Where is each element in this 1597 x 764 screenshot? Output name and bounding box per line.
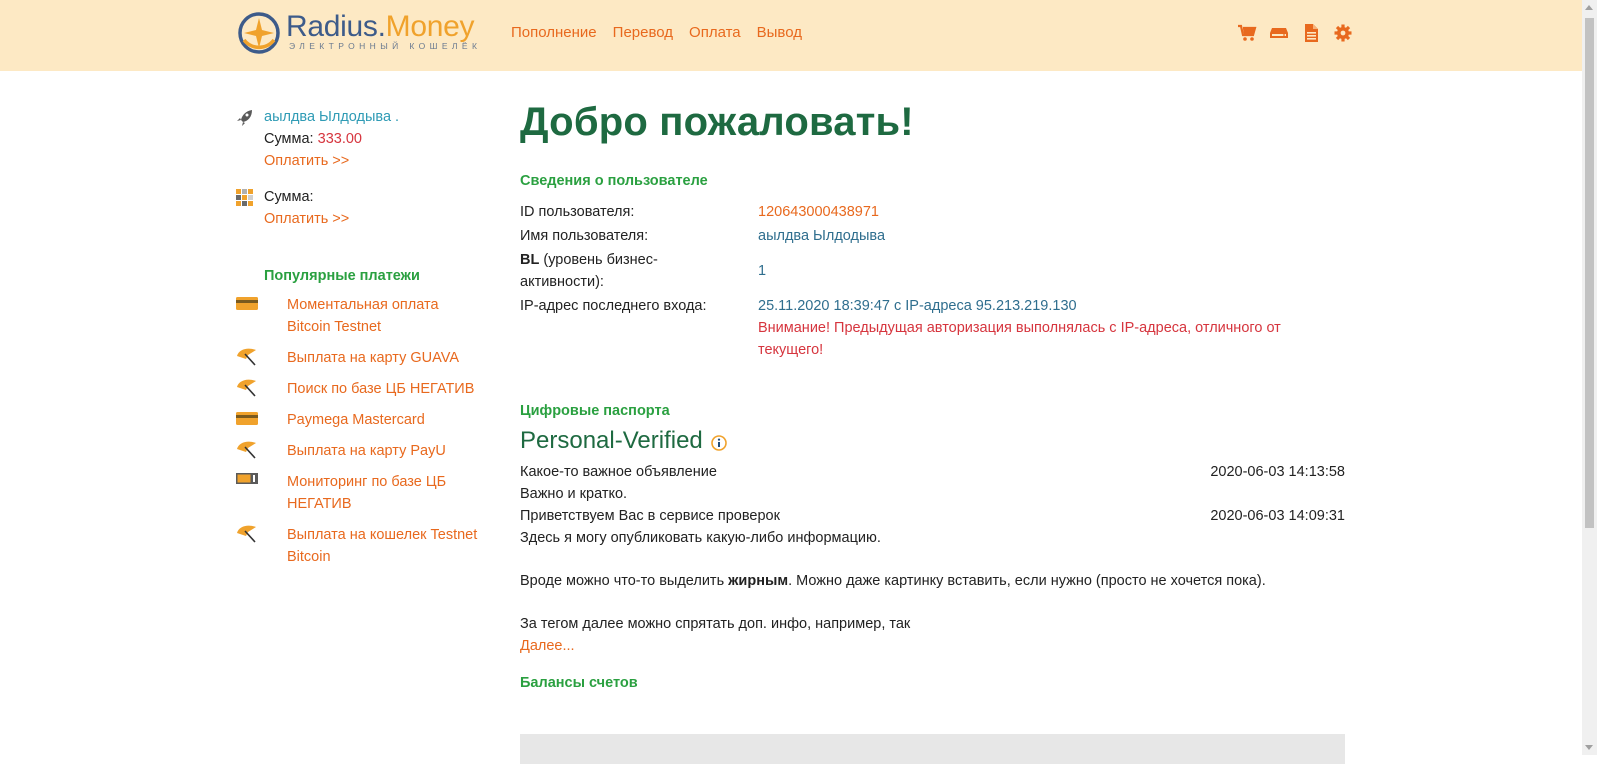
toolbar	[1237, 23, 1353, 43]
news-body: Важно и кратко.	[520, 486, 628, 502]
card-icon	[236, 412, 258, 425]
popular-item-link[interactable]: Моментальная оплата Bitcoin Testnet	[287, 297, 439, 335]
logo-mark-icon	[238, 12, 280, 54]
bl-value: 1	[758, 263, 767, 279]
news-list: Какое-то важное объявление 2020-06-03 14…	[520, 461, 1345, 657]
card-icon	[236, 297, 258, 310]
news-item: Приветствуем Вас в сервисе проверок 2020…	[520, 505, 1345, 527]
popular-item-link[interactable]: Paymega Mastercard	[287, 412, 425, 428]
popular-item[interactable]: Выплата на кошелек Testnet Bitcoin	[236, 524, 486, 568]
news-date: 2020-06-03 14:09:31	[1210, 508, 1345, 524]
main-nav: Пополнение Перевод Оплата Вывод	[511, 24, 802, 41]
passport-status: Personal-Verified	[520, 427, 1345, 455]
scroll-thumb[interactable]	[1585, 18, 1594, 528]
news-date: 2020-06-03 14:13:58	[1210, 464, 1345, 480]
cart-icon[interactable]	[1237, 23, 1257, 43]
user-info-title: Сведения о пользователе	[520, 173, 708, 189]
popular-item[interactable]: Мониторинг по базе ЦБ НЕГАТИВ	[236, 471, 486, 515]
rocket-icon	[237, 110, 252, 126]
user-id-value[interactable]: 120643000438971	[758, 204, 879, 220]
popular-item-link[interactable]: Выплата на карту PayU	[287, 443, 446, 459]
umbrella-icon	[237, 441, 256, 459]
umbrella-icon	[237, 348, 256, 366]
news-paragraph-2: За тегом далее можно спрятать доп. инфо,…	[520, 616, 911, 632]
document-icon[interactable]	[1301, 23, 1321, 43]
logo[interactable]: Radius.Money ЭЛЕКТРОННЫЙ КОШЕЛЁК	[236, 10, 481, 56]
news-item: Какое-то важное объявление 2020-06-03 14…	[520, 461, 1345, 483]
last-ip-value: 25.11.2020 18:39:47 с IP-адреса 95.213.2…	[758, 298, 1077, 314]
passport-status-text: Personal-Verified	[520, 427, 703, 454]
scroll-down-icon[interactable]	[1585, 745, 1593, 750]
popular-item[interactable]: Моментальная оплата Bitcoin Testnet	[236, 294, 486, 338]
pay-link-1[interactable]: Оплатить >>	[264, 153, 349, 169]
bl-label: BL (уровень бизнес-активности):	[520, 252, 658, 290]
sum-label: Сумма:	[264, 131, 314, 147]
nav-topup[interactable]: Пополнение	[511, 24, 597, 41]
account-card-2: Сумма: Оплатить >>	[236, 186, 486, 230]
info-icon[interactable]	[710, 435, 727, 451]
nav-withdraw[interactable]: Вывод	[757, 24, 802, 41]
ip-warning: Внимание! Предыдущая авторизация выполня…	[758, 320, 1281, 358]
popular-item-link[interactable]: Мониторинг по базе ЦБ НЕГАТИВ	[287, 474, 446, 512]
nav-transfer[interactable]: Перевод	[613, 24, 673, 41]
sum-label-2: Сумма:	[264, 189, 314, 205]
balances-table-header	[520, 734, 1345, 764]
last-ip-label: IP-адрес последнего входа:	[520, 298, 707, 314]
news-paragraph: Вроде можно что-то выделить жирным. Можн…	[520, 573, 1266, 589]
popular-item[interactable]: Поиск по базе ЦБ НЕГАТИВ	[236, 378, 486, 400]
sum-value: 333.00	[317, 131, 362, 147]
passports-title: Цифровые паспорта	[520, 403, 670, 419]
news-body: Здесь я могу опубликовать какую-либо инф…	[520, 530, 881, 546]
umbrella-icon	[237, 525, 256, 543]
battery-card-icon	[236, 473, 258, 484]
account-card-1: аылдва Ылдодыва . Сумма: 333.00 Оплатить…	[236, 106, 486, 172]
user-name-label: Имя пользователя:	[520, 228, 649, 244]
popular-item[interactable]: Paymega Mastercard	[236, 409, 486, 431]
news-title: Приветствуем Вас в сервисе проверок	[520, 508, 780, 524]
scroll-up-icon[interactable]	[1585, 5, 1593, 10]
pay-link-2[interactable]: Оплатить >>	[264, 211, 349, 227]
popular-item[interactable]: Выплата на карту PayU	[236, 440, 486, 462]
news-title: Какое-то важное объявление	[520, 464, 717, 480]
mosaic-icon	[236, 189, 253, 206]
gear-icon[interactable]	[1333, 23, 1353, 43]
read-more-link[interactable]: Далее...	[520, 638, 575, 654]
popular-payments-title: Популярные платежи	[264, 268, 420, 284]
sidebar: аылдва Ылдодыва . Сумма: 333.00 Оплатить…	[236, 106, 486, 577]
main-content: Добро пожаловать! Сведения о пользовател…	[520, 100, 1345, 691]
balances-title: Балансы счетов	[520, 675, 638, 691]
popular-item-link[interactable]: Выплата на карту GUAVA	[287, 350, 459, 366]
logo-title: Radius.Money	[286, 10, 475, 43]
page-title: Добро пожаловать!	[520, 100, 914, 144]
user-id-label: ID пользователя:	[520, 204, 635, 220]
account-user-link[interactable]: аылдва Ылдодыва .	[264, 109, 399, 125]
page-scrollbar[interactable]	[1582, 0, 1597, 755]
user-info-table: ID пользователя: 120643000438971 Имя пол…	[520, 201, 1345, 361]
popular-item-link[interactable]: Поиск по базе ЦБ НЕГАТИВ	[287, 381, 474, 397]
umbrella-icon	[237, 379, 256, 397]
nav-payment[interactable]: Оплата	[689, 24, 741, 41]
logo-tagline: ЭЛЕКТРОННЫЙ КОШЕЛЁК	[289, 41, 482, 51]
user-name-value: аылдва Ылдодыва	[758, 228, 886, 244]
popular-item-link[interactable]: Выплата на кошелек Testnet Bitcoin	[287, 527, 477, 565]
popular-item[interactable]: Выплата на карту GUAVA	[236, 347, 486, 369]
wallet-icon[interactable]	[1269, 23, 1289, 43]
